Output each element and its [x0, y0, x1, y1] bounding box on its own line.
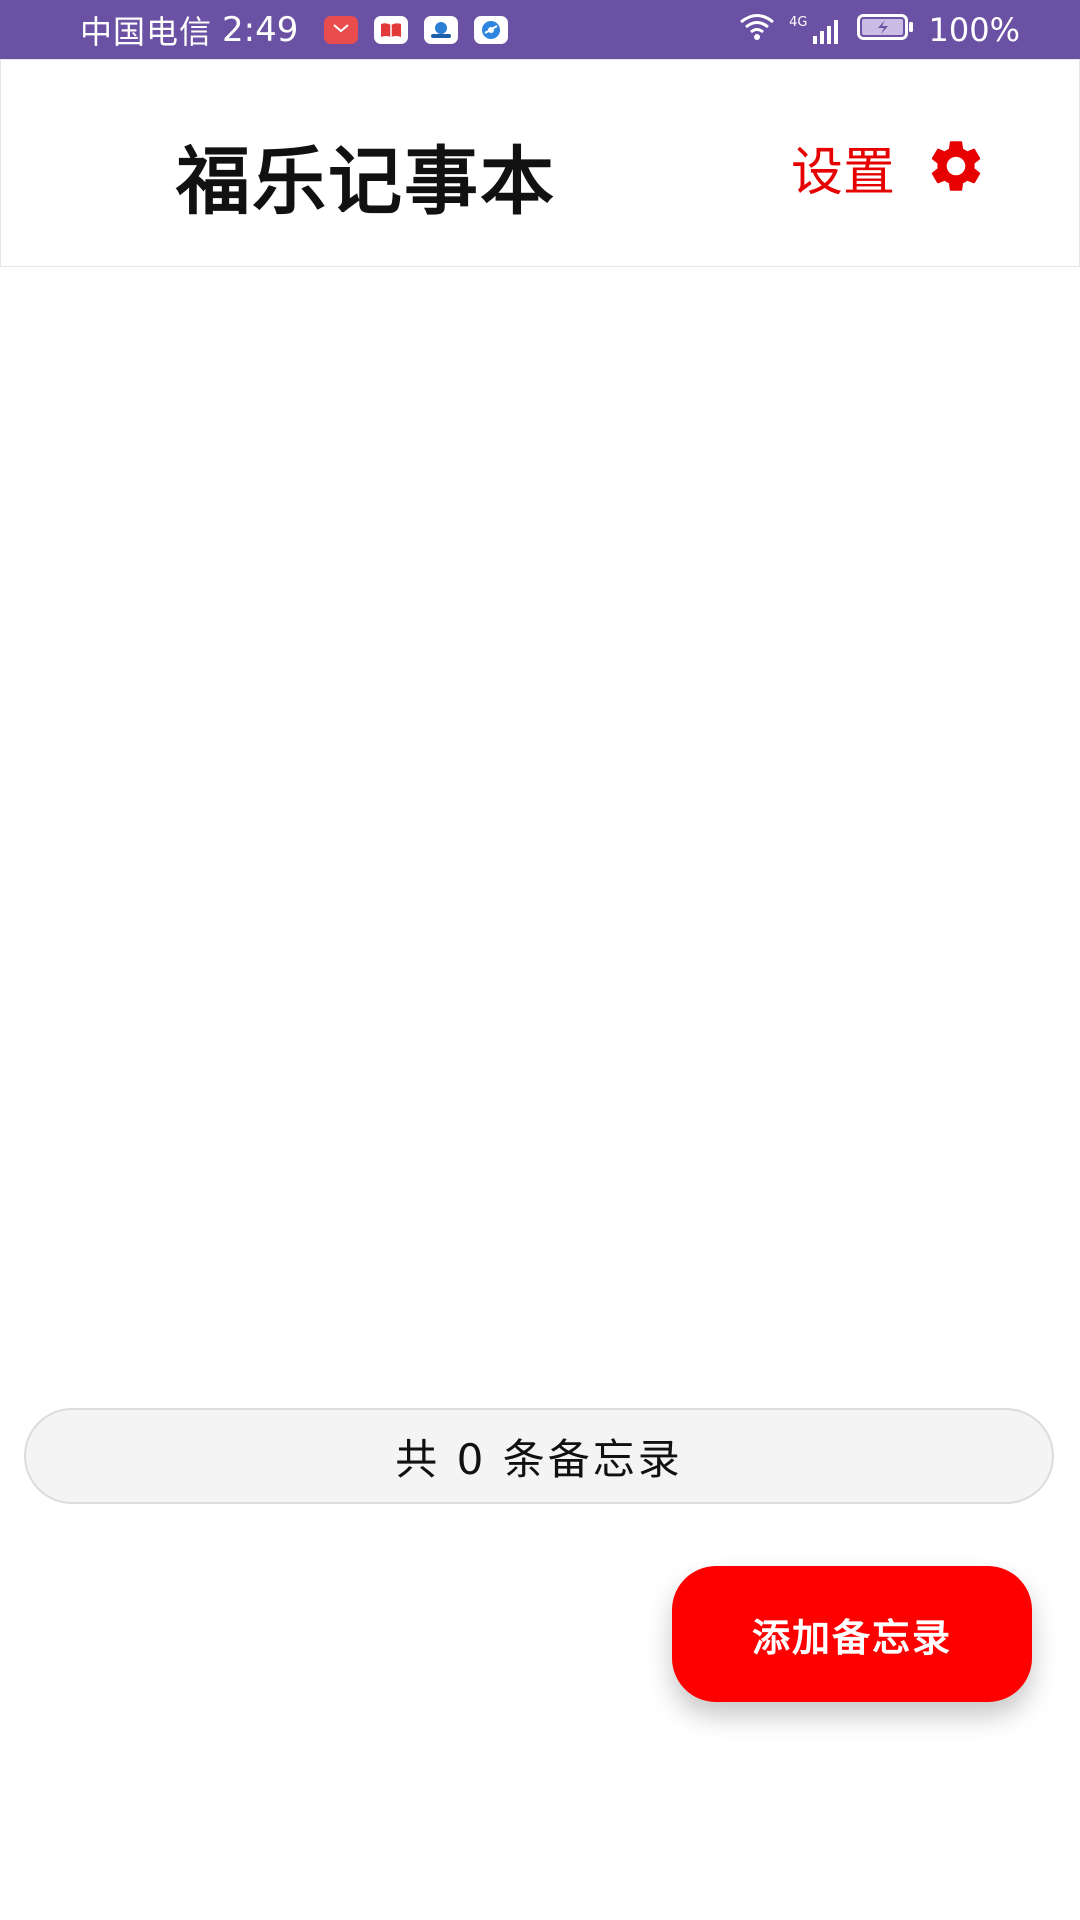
- status-left: 中国电信 2:49: [80, 7, 509, 53]
- book-icon: [374, 15, 409, 44]
- app-header: 福乐记事本 设置: [0, 59, 1080, 267]
- memo-count-bar: 共 0 条备忘录: [24, 1408, 1054, 1504]
- battery-percent: 100%: [928, 10, 1020, 49]
- app-title: 福乐记事本: [176, 139, 556, 225]
- clock: 2:49: [222, 9, 299, 50]
- carrier-label: 中国电信: [80, 12, 213, 51]
- battery-icon: [856, 11, 915, 49]
- settings-button[interactable]: 设置: [791, 130, 987, 205]
- screen: 中国电信 2:49 4G 100% 福乐记事本 设置 共 0 条备忘录 添加备忘…: [0, 0, 1080, 1920]
- cellular-signal-icon: 4G: [789, 16, 842, 44]
- cloud-app-icon: [424, 15, 459, 44]
- huawei-store-icon: [324, 15, 359, 44]
- memo-list: [0, 267, 1080, 1367]
- settings-label: 设置: [791, 143, 896, 203]
- network-type-label: 4G: [789, 14, 808, 30]
- add-memo-button[interactable]: 添加备忘录: [672, 1566, 1032, 1702]
- wifi-icon: [739, 11, 775, 49]
- browser-icon: [474, 15, 509, 44]
- gear-icon: [925, 135, 987, 201]
- status-bar: 中国电信 2:49 4G 100%: [0, 0, 1080, 59]
- status-right: 4G 100%: [739, 11, 1020, 49]
